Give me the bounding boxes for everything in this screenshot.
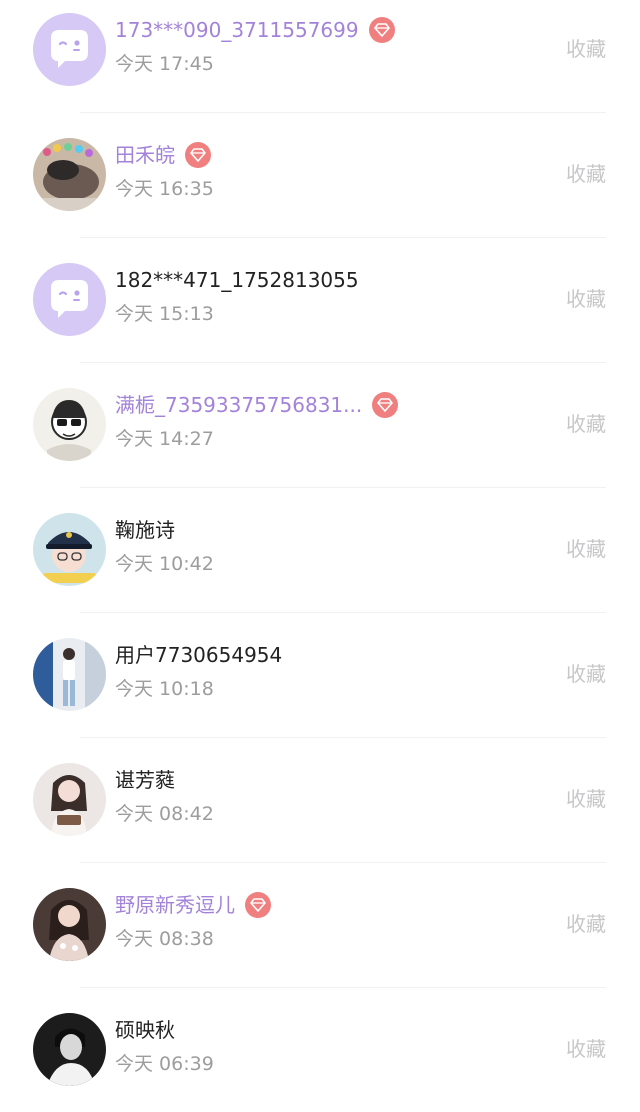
diamond-vip-icon	[372, 392, 399, 418]
user-name[interactable]: 用户7730654954	[115, 641, 282, 669]
user-name[interactable]: 谌芳蕤	[115, 766, 175, 794]
list-item[interactable]: 182***471_1752813055 今天 15:13 收藏	[0, 237, 640, 362]
list-item[interactable]: 谌芳蕤 今天 08:42 收藏	[0, 737, 640, 862]
police-cap-avatar[interactable]	[33, 513, 106, 586]
favorite-button[interactable]: 收藏	[566, 410, 606, 438]
favorite-button[interactable]: 收藏	[566, 35, 606, 63]
diamond-vip-icon	[185, 142, 211, 168]
name-line: 田禾皖	[115, 141, 211, 169]
favorites-user-list: 173***090_3711557699 今天 17:45 收藏 田禾皖 今天 …	[0, 0, 640, 1101]
favorite-button[interactable]: 收藏	[566, 285, 606, 313]
cartoon-sketch-avatar[interactable]	[33, 388, 106, 461]
list-item[interactable]: 满栀_73593375756831... 今天 14:27 收藏	[0, 362, 640, 487]
girl-dress-avatar[interactable]	[33, 888, 106, 961]
timestamp: 今天 08:38	[115, 928, 214, 950]
user-name[interactable]: 满栀_73593375756831...	[115, 391, 362, 419]
diamond-vip-icon	[245, 892, 271, 918]
list-item[interactable]: 田禾皖 今天 16:35 收藏	[0, 112, 640, 237]
timestamp: 今天 15:13	[115, 303, 214, 325]
name-line: 谌芳蕤	[115, 766, 175, 794]
default-chat-bubble-avatar[interactable]	[33, 13, 106, 86]
timestamp: 今天 17:45	[115, 53, 214, 75]
name-line: 用户7730654954	[115, 641, 282, 669]
divider	[80, 112, 606, 113]
name-line: 173***090_3711557699	[115, 16, 395, 44]
favorite-button[interactable]: 收藏	[566, 785, 606, 813]
user-name[interactable]: 182***471_1752813055	[115, 266, 359, 294]
list-item[interactable]: 鞠施诗 今天 10:42 收藏	[0, 487, 640, 612]
timestamp: 今天 10:42	[115, 553, 214, 575]
divider	[80, 487, 606, 488]
favorite-button[interactable]: 收藏	[566, 660, 606, 688]
divider	[80, 987, 606, 988]
favorite-button[interactable]: 收藏	[566, 535, 606, 563]
timestamp: 今天 14:27	[115, 428, 214, 450]
default-chat-bubble-avatar[interactable]	[33, 263, 106, 336]
pig-photo-avatar[interactable]	[33, 138, 106, 211]
timestamp: 今天 08:42	[115, 803, 214, 825]
divider	[80, 237, 606, 238]
divider	[80, 737, 606, 738]
list-item[interactable]: 硕映秋 今天 06:39 收藏	[0, 987, 640, 1112]
timestamp: 今天 16:35	[115, 178, 214, 200]
girl-reading-avatar[interactable]	[33, 763, 106, 836]
favorite-button[interactable]: 收藏	[566, 910, 606, 938]
name-line: 鞠施诗	[115, 516, 175, 544]
name-line: 野原新秀逗儿	[115, 891, 271, 919]
name-line: 硕映秋	[115, 1016, 175, 1044]
timestamp: 今天 06:39	[115, 1053, 214, 1075]
divider	[80, 612, 606, 613]
fullbody-photo-avatar[interactable]	[33, 638, 106, 711]
name-line: 满栀_73593375756831...	[115, 391, 399, 419]
user-name[interactable]: 硕映秋	[115, 1016, 175, 1044]
user-name[interactable]: 野原新秀逗儿	[115, 891, 235, 919]
name-line: 182***471_1752813055	[115, 266, 359, 294]
favorite-button[interactable]: 收藏	[566, 1035, 606, 1063]
list-item[interactable]: 用户7730654954 今天 10:18 收藏	[0, 612, 640, 737]
diamond-vip-icon	[368, 17, 395, 43]
user-name[interactable]: 田禾皖	[115, 141, 175, 169]
divider	[80, 362, 606, 363]
user-name[interactable]: 鞠施诗	[115, 516, 175, 544]
user-name[interactable]: 173***090_3711557699	[115, 16, 359, 44]
favorite-button[interactable]: 收藏	[566, 160, 606, 188]
divider	[80, 862, 606, 863]
list-item[interactable]: 野原新秀逗儿 今天 08:38 收藏	[0, 862, 640, 987]
bw-portrait-avatar[interactable]	[33, 1013, 106, 1086]
list-item[interactable]: 173***090_3711557699 今天 17:45 收藏	[0, 0, 640, 112]
timestamp: 今天 10:18	[115, 678, 214, 700]
